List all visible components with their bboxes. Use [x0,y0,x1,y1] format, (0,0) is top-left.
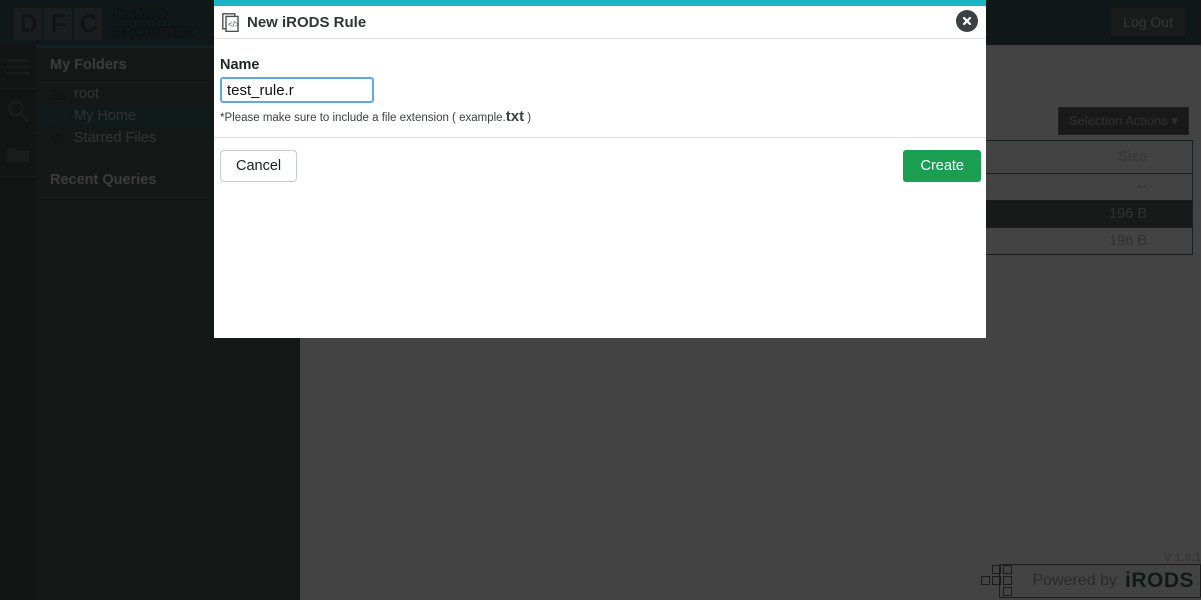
cancel-button[interactable]: Cancel [220,150,298,182]
dialog-actions: Cancel Create [214,138,986,194]
name-input[interactable] [220,77,374,103]
app-root: D F C CLOUD BROWSER Log Out [0,0,1201,600]
close-icon[interactable] [956,10,978,32]
name-field-label: Name [220,57,260,73]
new-irods-rule-dialog: </> New iRODS Rule Name *Please make sur… [214,0,986,338]
dialog-header: </> New iRODS Rule [214,6,986,39]
dialog-body: Name *Please make sure to include a file… [214,39,986,138]
svg-text:</>: </> [228,20,239,29]
code-file-icon: </> [222,12,239,32]
dialog-title: New iRODS Rule [247,13,367,31]
help-text-suffix: ) [524,112,532,124]
file-extension-help-text: *Please make sure to include a file exte… [220,108,978,125]
create-button[interactable]: Create [903,150,981,182]
help-text-extension: txt [505,108,525,125]
help-text-prefix: *Please make sure to include a file exte… [220,112,506,124]
